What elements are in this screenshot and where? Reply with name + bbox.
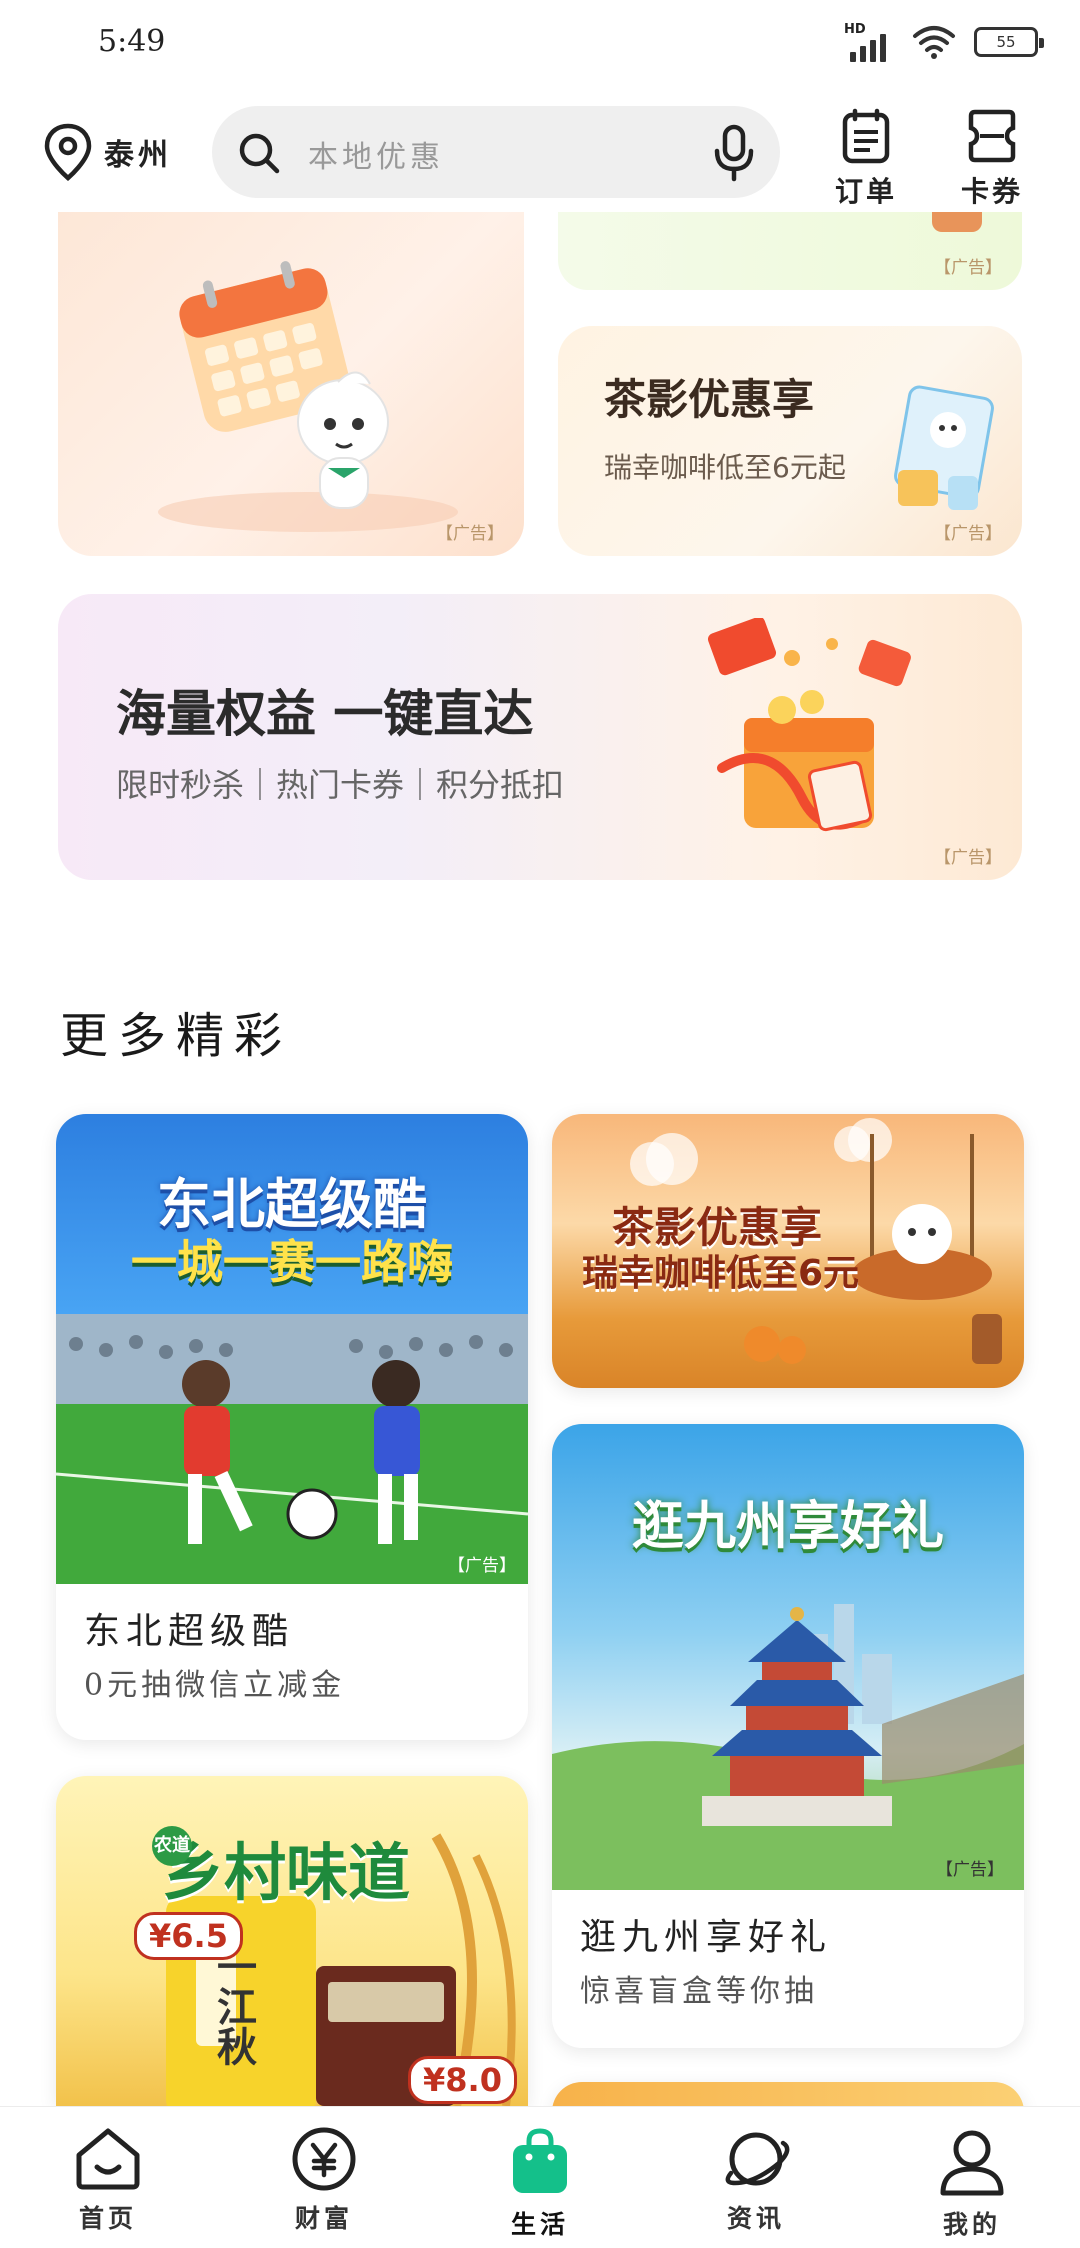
- feed-title-northeast: 东北超级酷: [84, 1611, 295, 1652]
- status-icons: HD 55: [844, 22, 1044, 62]
- feed-subtitle-northeast: 0元抽微信立减金: [84, 1668, 346, 1703]
- poster-slogan-football: 一城一赛一路嗨: [131, 1235, 453, 1289]
- location-pin-icon: [44, 123, 92, 181]
- planet-icon: [725, 2132, 790, 2186]
- ad-label: 【广告】: [436, 524, 504, 544]
- feed-card-tea-poster[interactable]: 茶影优惠享 瑞幸咖啡低至6元: [552, 1114, 1024, 1388]
- bottom-navigation: 首页 财富 生活 资讯 我的: [0, 2106, 1080, 2248]
- nav-profile-label: 我的: [942, 2210, 1001, 2239]
- feed-subtitle-jiuzhou: 惊喜盲盒等你抽: [580, 1974, 818, 2009]
- user-icon: [940, 2130, 1004, 2196]
- poster-title-village: 乡村味道: [162, 1836, 411, 1909]
- microphone-icon[interactable]: [712, 124, 756, 182]
- shopping-bag-icon: [513, 2128, 567, 2193]
- search-icon: [239, 133, 280, 174]
- product-name-rice: 一江秋: [210, 1946, 257, 2066]
- nav-life[interactable]: 生活: [470, 2127, 610, 2241]
- promo-partial-illustration: [932, 212, 982, 232]
- nav-wealth[interactable]: 财富: [254, 2127, 394, 2235]
- banner-title: 海量权益 一键直达: [116, 685, 534, 743]
- search-placeholder: 本地优惠: [308, 140, 444, 175]
- nav-home[interactable]: 首页: [38, 2127, 178, 2235]
- nav-life-label: 生活: [510, 2210, 569, 2239]
- nav-home-label: 首页: [78, 2204, 137, 2233]
- nav-news-label: 资讯: [726, 2204, 785, 2233]
- location-selector[interactable]: 泰州: [42, 122, 172, 182]
- feed-image-autumn-tea: 茶影优惠享 瑞幸咖啡低至6元: [552, 1114, 1024, 1388]
- promo-card-partial[interactable]: 【广告】: [558, 212, 1022, 290]
- coupons-button[interactable]: 卡券: [944, 108, 1040, 210]
- section-title-more: 更多精彩: [60, 1008, 293, 1064]
- coupons-label: 卡券: [960, 175, 1023, 208]
- nav-news[interactable]: 资讯: [686, 2127, 826, 2235]
- ad-label: 【广告】: [934, 848, 1002, 868]
- feed-card-northeast[interactable]: 东北超级酷 一城一赛一路嗨 【广告】 东北超级酷 0元抽微信立减金: [56, 1114, 528, 1740]
- order-list-icon: [842, 108, 890, 164]
- location-label: 泰州: [104, 138, 172, 173]
- feed-title-jiuzhou: 逛九州享好礼: [580, 1917, 833, 1958]
- coupon-card-icon: [968, 109, 1016, 163]
- signal-icon: HD: [844, 22, 894, 62]
- feed-card-jiuzhou[interactable]: 逛九州享好礼 【广告】 逛九州享好礼 惊喜盲盒等你抽: [552, 1424, 1024, 2048]
- ad-label: 【广告】: [448, 1556, 516, 1576]
- gift-box-illustration: [707, 618, 911, 832]
- yen-icon: [292, 2127, 356, 2191]
- battery-level: 55: [996, 33, 1016, 51]
- coffee-cup-illustration: [894, 385, 994, 510]
- tea-coffee-promo-card[interactable]: 茶影优惠享 瑞幸咖啡低至6元起 【广告】: [558, 326, 1022, 556]
- calendar-mascot-illustration: [158, 261, 458, 532]
- tea-promo-title: 茶影优惠享: [604, 375, 815, 424]
- benefits-banner[interactable]: 海量权益 一键直达 限时秒杀｜热门卡券｜积分抵扣 【广告】: [58, 594, 1022, 880]
- orders-button[interactable]: 订单: [818, 108, 914, 210]
- brand-badge: 农道: [152, 1826, 192, 1866]
- ad-label: 【广告】: [934, 258, 1002, 278]
- feed-image-village: 乡村味道 农道 ¥6.5 一江秋 ¥8.0: [56, 1776, 528, 2106]
- nav-profile[interactable]: 我的: [902, 2127, 1042, 2241]
- feed-image-temple: 逛九州享好礼 【广告】: [552, 1424, 1024, 1890]
- battery-icon: 55: [974, 27, 1044, 57]
- poster-slogan-tea: 瑞幸咖啡低至6元: [582, 1253, 860, 1294]
- wifi-icon: [912, 24, 956, 60]
- status-time: 5:49: [98, 24, 166, 59]
- poster-title-jiuzhou: 逛九州享好礼: [631, 1497, 944, 1557]
- banner-subtitle: 限时秒杀｜热门卡券｜积分抵扣: [116, 766, 565, 804]
- ad-label: 【广告】: [936, 1860, 1004, 1880]
- search-bar[interactable]: 本地优惠: [212, 106, 780, 198]
- ad-label: 【广告】: [934, 524, 1002, 544]
- status-bar: 5:49 HD 55: [0, 0, 1080, 92]
- feed-image-football: 东北超级酷 一城一赛一路嗨 【广告】: [56, 1114, 528, 1584]
- calendar-promo-card[interactable]: 【广告】: [58, 212, 524, 556]
- nav-wealth-label: 财富: [294, 2204, 353, 2233]
- price-tag-food: ¥8.0: [408, 2056, 517, 2104]
- orders-label: 订单: [834, 175, 897, 208]
- feed-card-village[interactable]: 乡村味道 农道 ¥6.5 一江秋 ¥8.0: [56, 1776, 528, 2106]
- top-bar: 泰州 本地优惠 订单 卡券: [0, 100, 1080, 210]
- tea-promo-subtitle: 瑞幸咖啡低至6元起: [604, 451, 846, 484]
- home-icon: [76, 2128, 140, 2190]
